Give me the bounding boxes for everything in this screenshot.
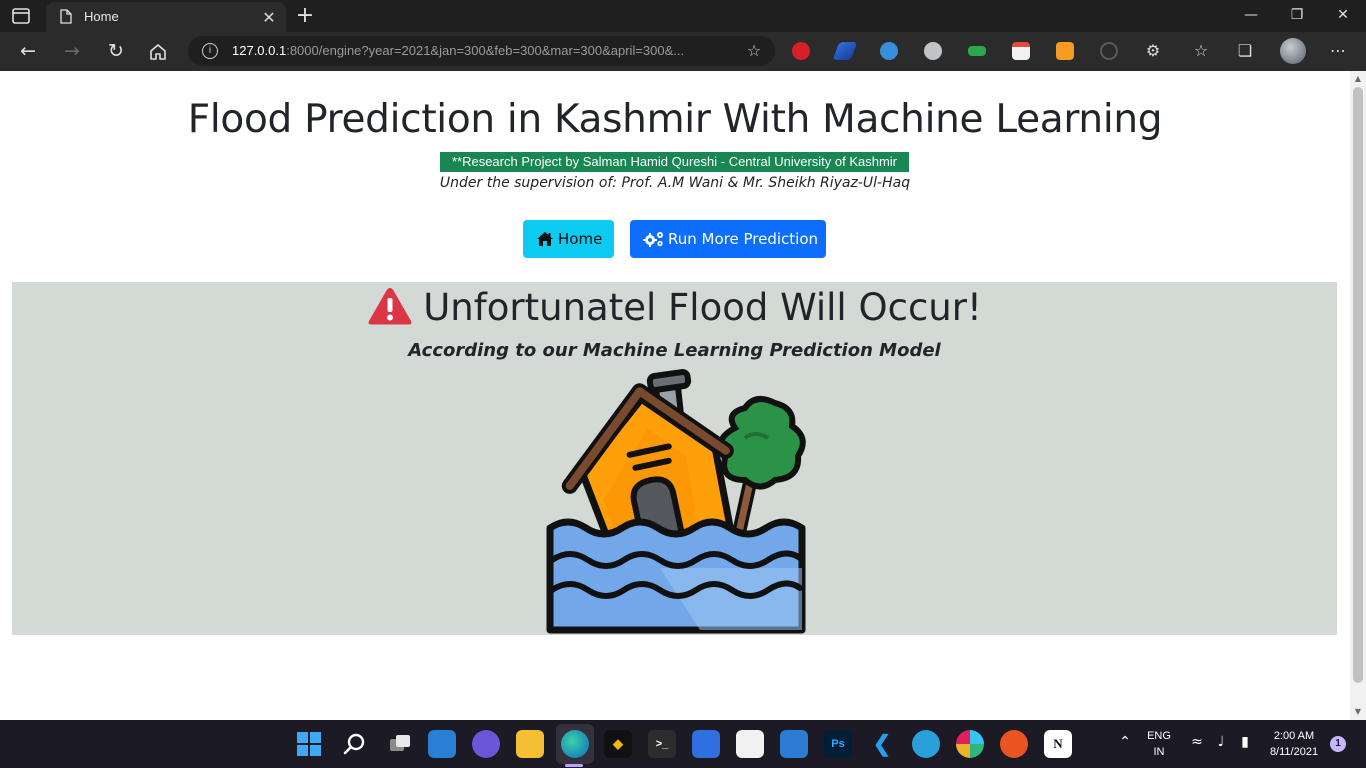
profile-avatar[interactable] — [1280, 38, 1306, 64]
extension-green-icon[interactable] — [968, 46, 986, 56]
wifi-icon[interactable]: ≈ — [1188, 734, 1206, 750]
battery-icon[interactable]: ▮ — [1236, 734, 1254, 750]
home-icon[interactable] — [148, 42, 168, 62]
prediction-result-panel: Unfortunatel Flood Will Occur! According… — [12, 282, 1337, 635]
binance-icon[interactable]: ◆ — [604, 730, 632, 758]
extension-sync-icon[interactable] — [880, 42, 898, 60]
show-hidden-icons-chevron-icon[interactable]: ⌃ — [1116, 734, 1134, 750]
reload-icon[interactable]: ↻ — [103, 39, 129, 65]
notion-icon[interactable]: N — [1044, 730, 1072, 758]
clock-time[interactable]: 2:00 AM — [1262, 730, 1326, 742]
run-more-prediction-label: Run More Prediction — [668, 230, 818, 248]
tab-actions-icon[interactable] — [12, 8, 30, 24]
extension-adblock-icon[interactable] — [792, 42, 810, 60]
browser-tab-home[interactable]: Home ✕ — [46, 2, 286, 32]
widgets-icon[interactable] — [428, 730, 456, 758]
volume-icon[interactable]: ♩ — [1212, 734, 1230, 750]
extension-pen-icon[interactable] — [832, 42, 858, 60]
search-icon[interactable] — [342, 732, 366, 756]
scroll-thumb[interactable] — [1353, 87, 1363, 683]
page-scrollbar[interactable]: ▲ ▼ — [1350, 71, 1366, 720]
forward-arrow-icon[interactable]: → — [59, 39, 85, 65]
scroll-down-arrow-icon[interactable]: ▼ — [1353, 707, 1363, 717]
site-info-icon[interactable]: i — [202, 43, 218, 59]
ubuntu-icon[interactable] — [1000, 730, 1028, 758]
house-icon — [537, 232, 553, 246]
telegram-icon[interactable] — [912, 730, 940, 758]
extension-globe-icon[interactable] — [924, 42, 942, 60]
page-title: Flood Prediction in Kashmir With Machine… — [187, 97, 1163, 142]
result-subheading: According to our Machine Learning Predic… — [408, 340, 941, 361]
new-tab-button[interactable]: + — [294, 3, 316, 28]
browser-tab-bar: Home ✕ + — ❐ ✕ — [0, 0, 1366, 32]
terminal-icon[interactable]: >_ — [648, 730, 676, 758]
tab-close-icon[interactable]: ✕ — [260, 8, 278, 27]
page-icon — [60, 9, 72, 24]
maximize-button[interactable]: ❐ — [1274, 0, 1320, 32]
url-text[interactable]: 127.0.0.1:8000/engine?year=2021&jan=300&… — [232, 43, 684, 58]
windows-taskbar: ◆ >_ Ps ❮ N ⌃ ENG IN ≈ ♩ ▮ 2:00 AM 8/11/… — [0, 720, 1366, 768]
warning-triangle-icon — [368, 288, 412, 325]
slack-icon[interactable] — [956, 730, 984, 758]
chart-app-icon[interactable] — [692, 730, 720, 758]
gears-icon — [643, 232, 663, 247]
notification-badge[interactable]: 1 — [1330, 736, 1346, 752]
tab-title: Home — [84, 9, 119, 24]
back-arrow-icon[interactable]: ← — [15, 39, 41, 65]
extension-calendar-icon[interactable] — [1012, 42, 1030, 60]
favorites-icon[interactable]: ☆ — [1190, 40, 1212, 62]
home-button-label: Home — [558, 230, 603, 248]
run-more-prediction-button[interactable]: Run More Prediction — [630, 220, 826, 258]
edge-browser-icon[interactable] — [561, 730, 589, 758]
file-explorer-icon[interactable] — [516, 730, 544, 758]
address-bar[interactable]: i 127.0.0.1:8000/engine?year=2021&jan=30… — [188, 36, 775, 66]
teams-chat-icon[interactable] — [472, 730, 500, 758]
scroll-up-arrow-icon[interactable]: ▲ — [1353, 74, 1363, 84]
research-credit-badge: **Research Project by Salman Hamid Qures… — [440, 152, 909, 172]
close-window-button[interactable]: ✕ — [1320, 0, 1366, 32]
browser-toolbar: ← → ↻ i 127.0.0.1:8000/engine?year=2021&… — [0, 32, 1366, 71]
page-viewport: Flood Prediction in Kashmir With Machine… — [0, 71, 1350, 720]
collections-icon[interactable]: ❏ — [1234, 40, 1256, 62]
minimize-button[interactable]: — — [1228, 0, 1274, 32]
region-indicator[interactable]: IN — [1143, 746, 1175, 758]
language-indicator[interactable]: ENG — [1143, 730, 1175, 742]
add-favorite-icon[interactable]: ☆ — [745, 42, 763, 60]
extension-orange-icon[interactable] — [1056, 42, 1074, 60]
home-button[interactable]: Home — [523, 220, 614, 258]
task-view-icon[interactable] — [386, 730, 414, 758]
extension-clock-icon[interactable] — [1100, 42, 1118, 60]
result-heading-text: Unfortunatel Flood Will Occur! — [423, 286, 982, 329]
photoshop-icon[interactable]: Ps — [824, 730, 852, 758]
extensions-puzzle-icon[interactable]: ⚙ — [1142, 40, 1164, 62]
windows-start-icon[interactable] — [297, 732, 321, 756]
active-app-indicator — [565, 764, 583, 767]
vscode-icon[interactable]: ❮ — [868, 730, 896, 758]
clock-date[interactable]: 8/11/2021 — [1262, 746, 1326, 758]
mail-icon[interactable] — [780, 730, 808, 758]
store-icon[interactable] — [736, 730, 764, 758]
more-menu-icon[interactable]: ⋯ — [1327, 40, 1349, 62]
supervision-text: Under the supervision of: Prof. A.M Wani… — [439, 175, 911, 191]
flooded-house-illustration — [546, 369, 806, 634]
result-heading: Unfortunatel Flood Will Occur! — [12, 286, 1337, 329]
